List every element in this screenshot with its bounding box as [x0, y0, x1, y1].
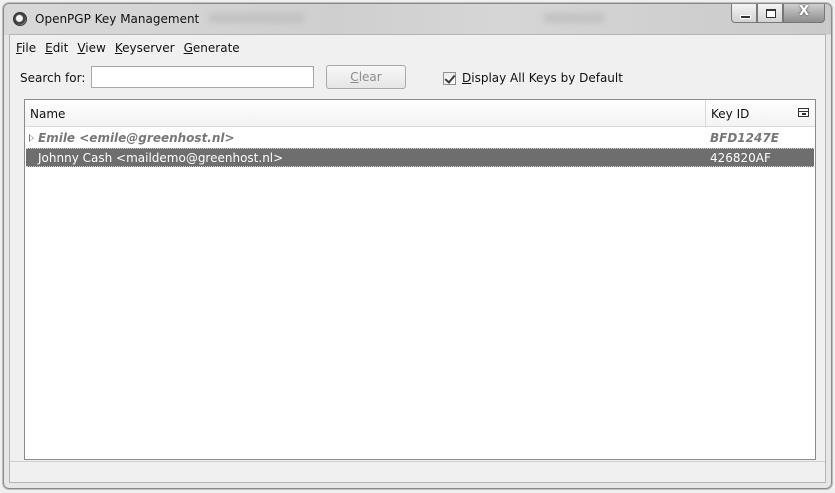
menu-mnemonic: E [45, 41, 53, 55]
display-all-keys-option[interactable]: Display All Keys by Default [443, 71, 623, 85]
key-name: Johnny Cash <maildemo@greenhost.nl> [38, 151, 284, 165]
app-icon [13, 12, 27, 26]
menu-label: ile [22, 41, 37, 55]
menu-mnemonic: G [183, 41, 193, 55]
expand-arrow-icon[interactable] [29, 134, 34, 142]
blurred-background-text [544, 13, 604, 23]
display-all-keys-label: Display All Keys by Default [462, 71, 623, 85]
key-id: 426820AF [710, 151, 771, 165]
checkbox-mnemonic: D [462, 71, 472, 85]
column-header-name[interactable]: Name [30, 107, 65, 121]
menu-label: eyserver [122, 41, 175, 55]
column-divider[interactable] [705, 100, 706, 126]
column-header-key-id[interactable]: Key ID [711, 107, 749, 121]
maximize-button[interactable] [757, 4, 783, 23]
tree-row-selected[interactable]: Johnny Cash <maildemo@greenhost.nl> 4268… [26, 148, 814, 167]
status-bar [10, 461, 825, 482]
display-all-keys-checkbox[interactable] [443, 71, 456, 85]
menu-file[interactable]: File [16, 41, 36, 55]
clear-button[interactable]: Clear [326, 65, 406, 89]
key-name: Emile <emile@greenhost.nl> [38, 131, 235, 145]
window-title: OpenPGP Key Management [35, 12, 200, 26]
menu-label: enerate [192, 41, 240, 55]
close-button[interactable]: X [783, 4, 825, 23]
title-bar[interactable]: OpenPGP Key Management X [4, 4, 831, 34]
menu-bar: File Edit View Keyserver Generate [16, 41, 240, 55]
menu-keyserver[interactable]: Keyserver [115, 41, 175, 55]
menu-label: iew [85, 41, 106, 55]
menu-edit[interactable]: Edit [45, 41, 68, 55]
key-management-window: OpenPGP Key Management X File Edit View … [3, 3, 832, 489]
key-id: BFD1247E [710, 131, 779, 145]
search-label: Search for: [20, 71, 86, 85]
search-input[interactable] [91, 66, 314, 88]
key-tree[interactable]: Name Key ID Emile <emile@greenhost.nl> B… [24, 99, 816, 460]
menu-view[interactable]: View [77, 41, 105, 55]
column-picker-icon[interactable] [798, 108, 809, 117]
tree-header: Name Key ID [25, 100, 815, 127]
checkbox-label-text: isplay All Keys by Default [471, 71, 623, 85]
client-area: File Edit View Keyserver Generate Search… [9, 34, 826, 483]
menu-label: dit [52, 41, 69, 55]
menu-generate[interactable]: Generate [184, 41, 240, 55]
tree-row[interactable]: Emile <emile@greenhost.nl> BFD1247E [26, 128, 814, 147]
blurred-background-text [209, 13, 304, 23]
close-icon: X [798, 4, 810, 19]
window-controls: X [731, 4, 825, 24]
minimize-button[interactable] [731, 4, 757, 23]
clear-mnemonic: C [350, 70, 359, 84]
clear-label: lear [358, 70, 382, 84]
